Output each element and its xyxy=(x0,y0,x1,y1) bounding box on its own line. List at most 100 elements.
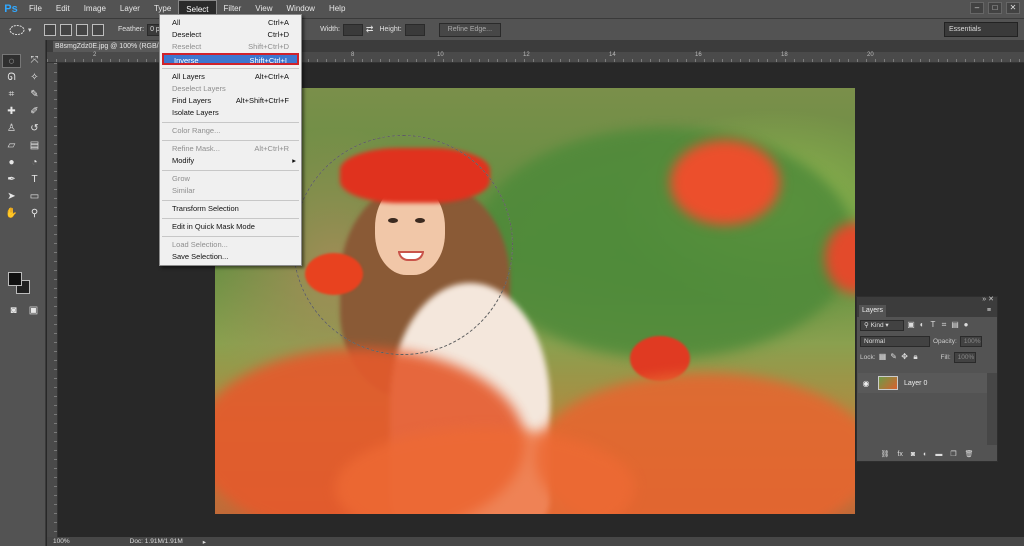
layer-row[interactable]: ◉ Layer 0 xyxy=(858,373,987,393)
magic-wand-icon[interactable]: ✧ xyxy=(25,71,44,85)
pixel-filter-icon[interactable]: ▣ xyxy=(907,321,915,329)
panel-collapse-icon[interactable]: » ✕ xyxy=(982,295,994,303)
menu-item-inverse[interactable]: Inverse Shift+Ctrl+I xyxy=(162,53,299,65)
visibility-eye-icon[interactable]: ◉ xyxy=(858,379,874,388)
zoom-tool-icon[interactable]: ⚲ xyxy=(25,207,44,221)
menu-item-label: Isolate Layers xyxy=(172,108,219,117)
menu-help[interactable]: Help xyxy=(322,0,352,18)
menu-item-refine-mask[interactable]: Refine Mask... Alt+Ctrl+R xyxy=(160,143,301,155)
menu-item-edit-in-quick-mask-mode[interactable]: Edit in Quick Mask Mode xyxy=(160,221,301,233)
new-selection-icon[interactable] xyxy=(44,23,56,36)
healing-brush-icon[interactable]: ✚ xyxy=(2,105,21,119)
menu-item-transform-selection[interactable]: Transform Selection xyxy=(160,203,301,215)
add-to-selection-icon[interactable] xyxy=(60,23,72,36)
layers-tab[interactable]: Layers xyxy=(859,305,887,317)
swap-icon[interactable]: ⇄ xyxy=(366,24,374,35)
smart-object-filter-icon[interactable]: ▤ xyxy=(951,321,959,329)
move-tool-icon[interactable]: ⤧ xyxy=(25,54,44,68)
status-menu-icon[interactable]: ▸ xyxy=(203,538,206,546)
brush-tool-icon[interactable]: ✐ xyxy=(25,105,44,119)
menu-edit[interactable]: Edit xyxy=(49,0,77,18)
layer-thumbnail xyxy=(878,376,898,390)
menu-item-save-selection[interactable]: Save Selection... xyxy=(160,251,301,263)
menu-image[interactable]: Image xyxy=(77,0,113,18)
tool-preset-picker[interactable]: ▾ xyxy=(8,23,42,37)
menu-item-load-selection[interactable]: Load Selection... xyxy=(160,239,301,251)
menu-item-all[interactable]: All Ctrl+A xyxy=(160,17,301,29)
trash-icon[interactable]: 🗑︎ xyxy=(965,450,974,458)
quick-mask-icon[interactable]: ◙ xyxy=(4,304,23,318)
subtract-selection-icon[interactable] xyxy=(76,23,88,36)
lock-transparent-icon[interactable]: ▦ xyxy=(879,353,887,361)
mask-icon[interactable]: ◙ xyxy=(911,451,915,458)
menu-item-similar[interactable]: Similar xyxy=(160,185,301,197)
lock-label: Lock: xyxy=(860,353,876,361)
lock-all-icon[interactable]: 🔒︎ xyxy=(912,353,920,361)
menu-item-isolate-layers[interactable]: Isolate Layers xyxy=(160,107,301,119)
blur-tool-icon[interactable]: ● xyxy=(2,156,21,170)
layers-scrollbar[interactable] xyxy=(987,373,997,445)
elliptical-marquee-tool-icon[interactable]: ◌ xyxy=(2,54,21,68)
screen-mode-icon[interactable]: ▣ xyxy=(24,304,43,318)
menu-file[interactable]: File xyxy=(22,0,49,18)
width-input[interactable] xyxy=(342,23,363,36)
fx-icon[interactable]: fx xyxy=(897,451,902,458)
menu-item-deselect[interactable]: Deselect Ctrl+D xyxy=(160,29,301,41)
type-tool-icon[interactable]: T xyxy=(25,173,44,187)
blend-mode-select[interactable]: Normal xyxy=(860,335,930,347)
crop-tool-icon[interactable]: ⌗ xyxy=(2,88,21,102)
path-selection-icon[interactable]: ➤ xyxy=(2,190,21,204)
clone-stamp-icon[interactable]: ♙ xyxy=(2,122,21,136)
menu-item-reselect[interactable]: Reselect Shift+Ctrl+D xyxy=(160,41,301,53)
zoom-level[interactable]: 100% xyxy=(53,538,70,545)
menu-item-deselect-layers[interactable]: Deselect Layers xyxy=(160,83,301,95)
link-icon[interactable]: ⛓ xyxy=(881,450,890,458)
history-brush-icon[interactable]: ↺ xyxy=(25,122,44,136)
document-canvas[interactable] xyxy=(215,88,855,514)
workspace-select[interactable]: Essentials xyxy=(944,22,1018,37)
lock-position-icon[interactable]: ✥ xyxy=(901,353,909,361)
refine-edge-button[interactable]: Refine Edge... xyxy=(438,22,502,37)
eraser-icon[interactable]: ▱ xyxy=(2,139,21,153)
menu-item-label: Grow xyxy=(172,174,190,183)
ruler-vertical[interactable] xyxy=(47,63,58,537)
type-filter-icon[interactable]: T xyxy=(929,321,937,329)
eyedropper-icon[interactable]: ✎ xyxy=(25,88,44,102)
menu-item-modify[interactable]: Modify ▸ xyxy=(160,155,301,167)
new-layer-icon[interactable]: ❐ xyxy=(950,450,956,458)
intersect-selection-icon[interactable] xyxy=(92,23,104,36)
panel-menu-icon[interactable]: ≡ xyxy=(984,305,994,317)
gradient-tool-icon[interactable]: ▤ xyxy=(25,139,44,153)
maximize-button[interactable]: □ xyxy=(988,2,1002,14)
adjustment-filter-icon[interactable]: ◐ xyxy=(918,321,926,329)
marquee-selection[interactable] xyxy=(293,135,513,355)
hand-tool-icon[interactable]: ✋ xyxy=(2,207,21,221)
document-tab[interactable]: B8smgZdz0E.jpg @ 100% (RGB/8 xyxy=(53,41,163,52)
menu-item-label: All xyxy=(172,18,181,27)
dodge-tool-icon[interactable]: ◔ xyxy=(25,156,44,170)
lock-image-icon[interactable]: ✎ xyxy=(890,353,898,361)
menu-item-grow[interactable]: Grow xyxy=(160,173,301,185)
menu-layer[interactable]: Layer xyxy=(113,0,147,18)
fill-input[interactable]: 100% xyxy=(953,351,976,363)
shape-filter-icon[interactable]: ⌗ xyxy=(940,321,948,329)
pen-tool-icon[interactable]: ✒ xyxy=(2,173,21,187)
ruler-tick-label: 16 xyxy=(695,52,702,58)
filter-toggle-icon[interactable]: ● xyxy=(962,321,970,329)
menu-item-find-layers[interactable]: Find Layers Alt+Shift+Ctrl+F xyxy=(160,95,301,107)
foreground-color-swatch[interactable] xyxy=(8,272,22,286)
opacity-input[interactable]: 100% xyxy=(959,335,982,347)
menu-item-label: Load Selection... xyxy=(172,240,228,249)
options-bar: ▾ Feather: 0 p Width: ⇄ Height: Refine E… xyxy=(0,18,1024,40)
height-label: Height: xyxy=(379,26,402,33)
rectangle-tool-icon[interactable]: ▭ xyxy=(25,190,44,204)
filter-kind-select[interactable]: ⚲ Kind ▾ xyxy=(860,319,904,331)
menu-item-all-layers[interactable]: All Layers Alt+Ctrl+A xyxy=(160,71,301,83)
adjustment-icon[interactable]: ◐ xyxy=(923,451,927,458)
minimize-button[interactable]: – xyxy=(970,2,984,14)
menu-item-color-range[interactable]: Color Range... xyxy=(160,125,301,137)
close-button[interactable]: ✕ xyxy=(1006,2,1020,14)
folder-icon[interactable]: ▬ xyxy=(935,451,942,458)
lasso-tool-icon[interactable]: ᘏ xyxy=(2,71,21,85)
height-input[interactable] xyxy=(404,23,425,36)
